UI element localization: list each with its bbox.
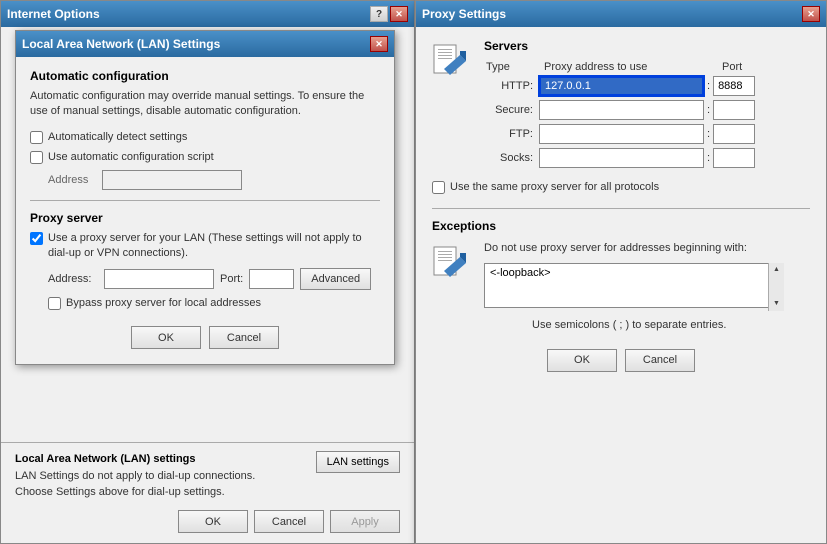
secure-port-input[interactable] bbox=[713, 100, 755, 120]
servers-header: Type Proxy address to use Port bbox=[484, 61, 810, 73]
use-proxy-row: Use a proxy server for your LAN (These s… bbox=[30, 231, 380, 260]
ftp-port-input[interactable] bbox=[713, 124, 755, 144]
proxy-settings-title: Proxy Settings bbox=[422, 7, 506, 21]
io-bottom-desc2: Choose Settings above for dial-up settin… bbox=[15, 485, 255, 500]
advanced-button[interactable]: Advanced bbox=[300, 268, 371, 290]
proxy-settings-close-button[interactable]: ✕ bbox=[802, 6, 820, 22]
use-proxy-label: Use a proxy server for your LAN (These s… bbox=[48, 231, 380, 260]
proxy-port-label: Port: bbox=[220, 273, 243, 285]
help-button[interactable]: ? bbox=[370, 6, 388, 22]
detect-settings-label: Automatically detect settings bbox=[48, 130, 187, 144]
exceptions-title: Exceptions bbox=[432, 219, 810, 233]
lan-dialog-titlebar: Local Area Network (LAN) Settings ✕ bbox=[16, 31, 394, 57]
exceptions-textarea[interactable]: <-loopback> bbox=[484, 263, 784, 308]
ps-cancel-button[interactable]: Cancel bbox=[625, 349, 695, 372]
bypass-proxy-label: Bypass proxy server for local addresses bbox=[66, 296, 261, 310]
exceptions-input-container: <-loopback> ▲ ▼ bbox=[484, 263, 784, 311]
ftp-row: FTP: : bbox=[484, 124, 810, 144]
col-port-header: Port bbox=[722, 61, 742, 73]
bypass-proxy-checkbox[interactable] bbox=[48, 297, 61, 310]
http-port-input[interactable] bbox=[713, 76, 755, 96]
http-colon: : bbox=[704, 80, 713, 92]
http-address-input[interactable] bbox=[539, 76, 704, 96]
semicolon-note: Use semicolons ( ; ) to separate entries… bbox=[532, 319, 810, 331]
same-proxy-label: Use the same proxy server for all protoc… bbox=[450, 180, 659, 194]
divider bbox=[30, 200, 380, 201]
proxy-address-input[interactable] bbox=[104, 269, 214, 289]
servers-icon bbox=[432, 41, 476, 84]
secure-colon: : bbox=[704, 104, 713, 116]
exceptions-desc: Do not use proxy server for addresses be… bbox=[484, 241, 810, 256]
proxy-settings-buttons: OK Cancel bbox=[432, 349, 810, 372]
col-address-header: Proxy address to use bbox=[544, 61, 722, 73]
ps-ok-button[interactable]: OK bbox=[547, 349, 617, 372]
scroll-down-arrow[interactable]: ▼ bbox=[773, 297, 780, 311]
socks-label: Socks: bbox=[484, 152, 539, 164]
proxy-address-label: Address: bbox=[48, 273, 98, 285]
exceptions-right: Do not use proxy server for addresses be… bbox=[484, 241, 810, 330]
exceptions-scrollbar[interactable]: ▲ ▼ bbox=[768, 263, 784, 311]
proxy-settings-content: Servers Type Proxy address to use Port H… bbox=[416, 27, 826, 384]
io-cancel-button[interactable]: Cancel bbox=[254, 510, 324, 533]
ftp-label: FTP: bbox=[484, 128, 539, 140]
http-row: HTTP: : bbox=[484, 76, 810, 96]
http-label: HTTP: bbox=[484, 80, 539, 92]
auto-config-address-input[interactable] bbox=[102, 170, 242, 190]
socks-port-input[interactable] bbox=[713, 148, 755, 168]
secure-row: Secure: : bbox=[484, 100, 810, 120]
auto-script-label: Use automatic configuration script bbox=[48, 150, 214, 164]
scroll-up-arrow[interactable]: ▲ bbox=[773, 263, 780, 277]
io-apply-button[interactable]: Apply bbox=[330, 510, 400, 533]
proxy-address-row: Address: Port: Advanced bbox=[48, 268, 380, 290]
socks-address-input[interactable] bbox=[539, 148, 704, 168]
secure-label: Secure: bbox=[484, 104, 539, 116]
exceptions-content: Do not use proxy server for addresses be… bbox=[432, 241, 810, 330]
io-bottom-title: Local Area Network (LAN) settings bbox=[15, 453, 255, 465]
ftp-colon: : bbox=[704, 128, 713, 140]
servers-section: Servers Type Proxy address to use Port H… bbox=[484, 39, 810, 172]
auto-config-address-label: Address bbox=[48, 174, 96, 186]
detect-settings-checkbox[interactable] bbox=[30, 131, 43, 144]
io-ok-button[interactable]: OK bbox=[178, 510, 248, 533]
exceptions-icon bbox=[432, 243, 476, 286]
lan-close-button[interactable]: ✕ bbox=[370, 36, 388, 52]
internet-options-title: Internet Options bbox=[7, 7, 100, 21]
proxy-port-input[interactable] bbox=[249, 269, 294, 289]
auto-config-address-row: Address bbox=[48, 170, 380, 190]
proxy-settings-window: Proxy Settings ✕ Servers bbox=[415, 0, 827, 544]
auto-config-desc: Automatic configuration may override man… bbox=[30, 89, 380, 120]
same-proxy-checkbox[interactable] bbox=[432, 181, 445, 194]
ftp-address-input[interactable] bbox=[539, 124, 704, 144]
close-button[interactable]: ✕ bbox=[390, 6, 408, 22]
lan-dialog-buttons: OK Cancel bbox=[30, 326, 380, 349]
lan-dialog-title: Local Area Network (LAN) Settings bbox=[22, 37, 220, 51]
lan-ok-button[interactable]: OK bbox=[131, 326, 201, 349]
auto-config-title: Automatic configuration bbox=[30, 69, 380, 83]
same-proxy-row: Use the same proxy server for all protoc… bbox=[432, 180, 810, 194]
socks-colon: : bbox=[704, 152, 713, 164]
exceptions-section: Exceptions Do not use proxy server bbox=[432, 208, 810, 330]
secure-address-input[interactable] bbox=[539, 100, 704, 120]
io-bottom-buttons: OK Cancel Apply bbox=[15, 510, 400, 533]
lan-dialog: Local Area Network (LAN) Settings ✕ Auto… bbox=[15, 30, 395, 365]
proxy-server-title: Proxy server bbox=[30, 211, 380, 225]
auto-script-checkbox[interactable] bbox=[30, 151, 43, 164]
bypass-proxy-row: Bypass proxy server for local addresses bbox=[48, 296, 380, 310]
lan-dialog-body: Automatic configuration Automatic config… bbox=[16, 57, 394, 361]
servers-title: Servers bbox=[484, 39, 810, 53]
io-bottom-section: Local Area Network (LAN) settings LAN Se… bbox=[1, 442, 414, 543]
col-type-header: Type bbox=[486, 61, 544, 73]
socks-row: Socks: : bbox=[484, 148, 810, 168]
lan-cancel-button[interactable]: Cancel bbox=[209, 326, 279, 349]
use-proxy-checkbox[interactable] bbox=[30, 232, 43, 245]
internet-options-titlebar: Internet Options ? ✕ bbox=[1, 1, 414, 27]
detect-settings-row: Automatically detect settings bbox=[30, 130, 380, 144]
lan-settings-button[interactable]: LAN settings bbox=[316, 451, 400, 473]
proxy-settings-titlebar: Proxy Settings ✕ bbox=[416, 1, 826, 27]
auto-script-row: Use automatic configuration script bbox=[30, 150, 380, 164]
titlebar-buttons: ? ✕ bbox=[370, 6, 408, 22]
io-bottom-desc1: LAN Settings do not apply to dial-up con… bbox=[15, 469, 255, 484]
